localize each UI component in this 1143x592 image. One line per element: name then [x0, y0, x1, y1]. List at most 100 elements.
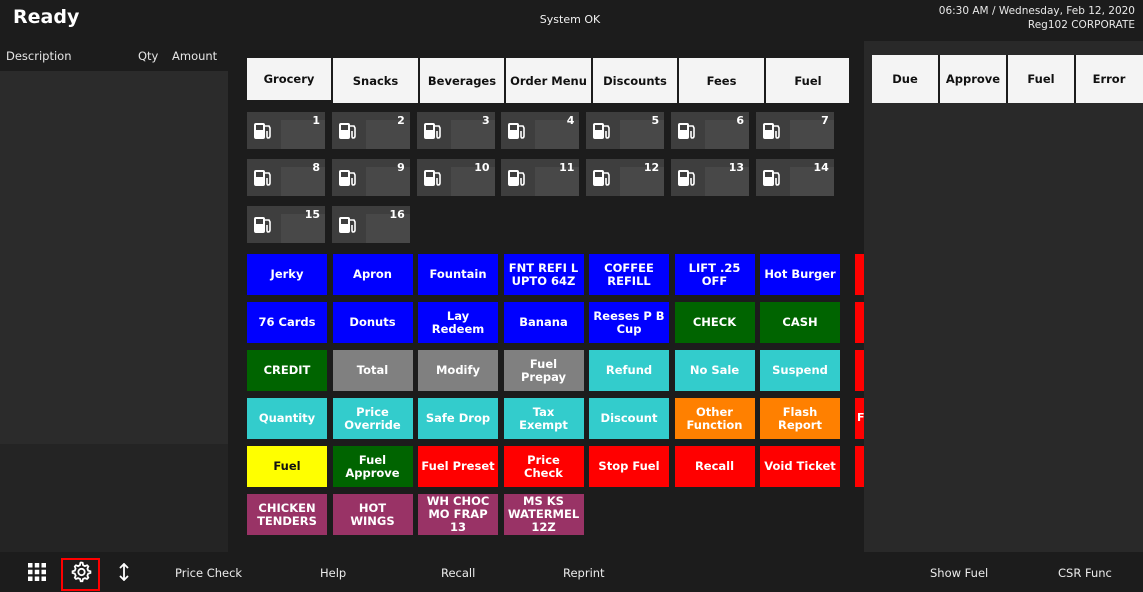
- flash-report-button[interactable]: Flash Report: [760, 398, 840, 439]
- fuel-pump-icon: [507, 122, 527, 140]
- receipt-panel: Description Qty Amount: [0, 41, 228, 552]
- stop-fuel-button[interactable]: Stop Fuel: [589, 446, 669, 487]
- fuel-pump-15[interactable]: 15: [247, 206, 325, 243]
- tab-discounts[interactable]: Discounts: [593, 58, 677, 103]
- hot-burger-button[interactable]: Hot Burger: [760, 254, 840, 295]
- fuel-tab-due[interactable]: Due: [872, 55, 938, 103]
- price-check-button[interactable]: Price Check: [175, 566, 242, 580]
- apron-button[interactable]: Apron: [332, 254, 413, 295]
- recall-button[interactable]: Recall: [441, 566, 475, 580]
- refund-button[interactable]: Refund: [589, 350, 669, 391]
- overflow-button[interactable]: [855, 302, 864, 343]
- apps-grid-icon[interactable]: [25, 560, 49, 584]
- donuts-button[interactable]: Donuts: [332, 302, 413, 343]
- coffee-refill-button[interactable]: COFFEE REFILL: [589, 254, 669, 295]
- fuel-pump-1[interactable]: 1: [247, 112, 325, 149]
- column-description: Description: [6, 49, 72, 63]
- pos-screen: Ready System OK 06:30 AM / Wednesday, Fe…: [0, 0, 1143, 592]
- fuel-prepay-button[interactable]: Fuel Prepay: [503, 350, 584, 391]
- banana-button[interactable]: Banana: [503, 302, 584, 343]
- receipt-header: Description Qty Amount: [0, 41, 228, 71]
- tab-grocery[interactable]: Grocery: [247, 58, 331, 103]
- modify-button[interactable]: Modify: [418, 350, 498, 391]
- jerky-button[interactable]: Jerky: [247, 254, 327, 295]
- fuel-status-tabs: Due Approve Fuel Error: [872, 55, 1143, 103]
- no-sale-button[interactable]: No Sale: [674, 350, 755, 391]
- safe-drop-button[interactable]: Safe Drop: [418, 398, 498, 439]
- reeses-p-b-cup-button[interactable]: Reeses P B Cup: [589, 302, 669, 343]
- fuel-pump-8[interactable]: 8: [247, 159, 325, 196]
- fuel-pump-9[interactable]: 9: [331, 159, 410, 196]
- fountain-button[interactable]: Fountain: [418, 254, 498, 295]
- other-function-button[interactable]: Other Function: [674, 398, 755, 439]
- sales-button-panel: Grocery Snacks Beverages Order Menu Discount…: [228, 41, 864, 552]
- csr-func-button[interactable]: CSR Func: [1058, 566, 1112, 580]
- wh-choc-mo-frap-13-button[interactable]: WH CHOC MO FRAP 13: [418, 494, 498, 535]
- column-amount: Amount: [172, 49, 218, 63]
- fuel-tab-fuel[interactable]: Fuel: [1008, 55, 1074, 103]
- chicken-tenders-button[interactable]: CHICKEN TENDERS: [247, 494, 327, 535]
- fuel-pump-5[interactable]: 5: [586, 112, 665, 149]
- fuel-pump-icon: [592, 169, 612, 187]
- fuel-pump-icon: [507, 169, 527, 187]
- quantity-button[interactable]: Quantity: [247, 398, 327, 439]
- suspend-button[interactable]: Suspend: [760, 350, 840, 391]
- fuel-pump-10[interactable]: 10: [416, 159, 495, 196]
- reprint-button[interactable]: Reprint: [563, 566, 605, 580]
- cash-button[interactable]: CASH: [760, 302, 840, 343]
- tax-exempt-button[interactable]: Tax Exempt: [503, 398, 584, 439]
- fuel-pump-4[interactable]: 4: [501, 112, 580, 149]
- fuel-pump-12[interactable]: 12: [586, 159, 665, 196]
- fuel-pump-14[interactable]: 14: [755, 159, 834, 196]
- discount-button[interactable]: Discount: [589, 398, 669, 439]
- tab-fuel[interactable]: Fuel: [766, 58, 850, 103]
- fuel-status-panel: Due Approve Fuel Error: [864, 41, 1143, 552]
- fnt-refi-l-upto-64z-button[interactable]: FNT REFI L UPTO 64Z: [503, 254, 584, 295]
- overflow-button[interactable]: [855, 446, 864, 487]
- price-override-button[interactable]: Price Override: [332, 398, 413, 439]
- fuel-pump-16[interactable]: 16: [331, 206, 410, 243]
- fuel-pump-2[interactable]: 2: [331, 112, 410, 149]
- lay-redeem-button[interactable]: Lay Redeem: [418, 302, 498, 343]
- check-button[interactable]: CHECK: [674, 302, 755, 343]
- 76-cards-button[interactable]: 76 Cards: [247, 302, 327, 343]
- fuel-button[interactable]: Fuel: [247, 446, 327, 487]
- fuel-tab-error[interactable]: Error: [1076, 55, 1142, 103]
- tab-beverages[interactable]: Beverages: [420, 58, 504, 103]
- credit-button[interactable]: CREDIT: [247, 350, 327, 391]
- recall-button[interactable]: Recall: [674, 446, 755, 487]
- tab-fees[interactable]: Fees: [680, 58, 764, 103]
- fuel-approve-button[interactable]: Fuel Approve: [332, 446, 413, 487]
- receipt-items-list[interactable]: [0, 71, 228, 444]
- fuel-pump-3[interactable]: 3: [416, 112, 495, 149]
- total-button[interactable]: Total: [332, 350, 413, 391]
- void-ticket-button[interactable]: Void Ticket: [760, 446, 840, 487]
- fuel-pump-7[interactable]: 7: [755, 112, 834, 149]
- pump-number: 1: [312, 114, 320, 127]
- fuel-pump-icon: [338, 169, 358, 187]
- bottom-toolbar: Price Check Help Recall Reprint Show Fue…: [0, 552, 1143, 592]
- up-down-arrow-icon[interactable]: [112, 560, 136, 584]
- hot-wings-button[interactable]: HOT WINGS: [332, 494, 413, 535]
- overflow-button[interactable]: [855, 350, 864, 391]
- show-fuel-button[interactable]: Show Fuel: [930, 566, 988, 580]
- fuel-tab-approve[interactable]: Approve: [940, 55, 1006, 103]
- overflow-button[interactable]: F: [855, 398, 864, 439]
- fuel-pump-11[interactable]: 11: [501, 159, 580, 196]
- price-check-button[interactable]: Price Check: [503, 446, 584, 487]
- register-id: Reg102 CORPORATE: [1027, 19, 1135, 31]
- tab-order-menu[interactable]: Order Menu: [507, 58, 591, 103]
- fuel-pump-6[interactable]: 6: [671, 112, 749, 149]
- help-button[interactable]: Help: [320, 566, 346, 580]
- lift-25-off-button[interactable]: LIFT .25 OFF: [674, 254, 755, 295]
- fuel-pump-13[interactable]: 13: [671, 159, 749, 196]
- fuel-preset-button[interactable]: Fuel Preset: [418, 446, 498, 487]
- tab-snacks[interactable]: Snacks: [334, 58, 418, 103]
- pump-number: 11: [559, 161, 575, 174]
- ms-ks-watermel-12z-button[interactable]: MS KS WATERMEL 12Z: [503, 494, 584, 535]
- gear-icon[interactable]: [69, 560, 93, 584]
- datetime-register-info: 06:30 AM / Wednesday, Feb 12, 2020 Reg10…: [939, 4, 1135, 32]
- overflow-button[interactable]: [855, 254, 864, 295]
- fuel-pump-icon: [677, 169, 697, 187]
- pump-number: 15: [304, 208, 320, 221]
